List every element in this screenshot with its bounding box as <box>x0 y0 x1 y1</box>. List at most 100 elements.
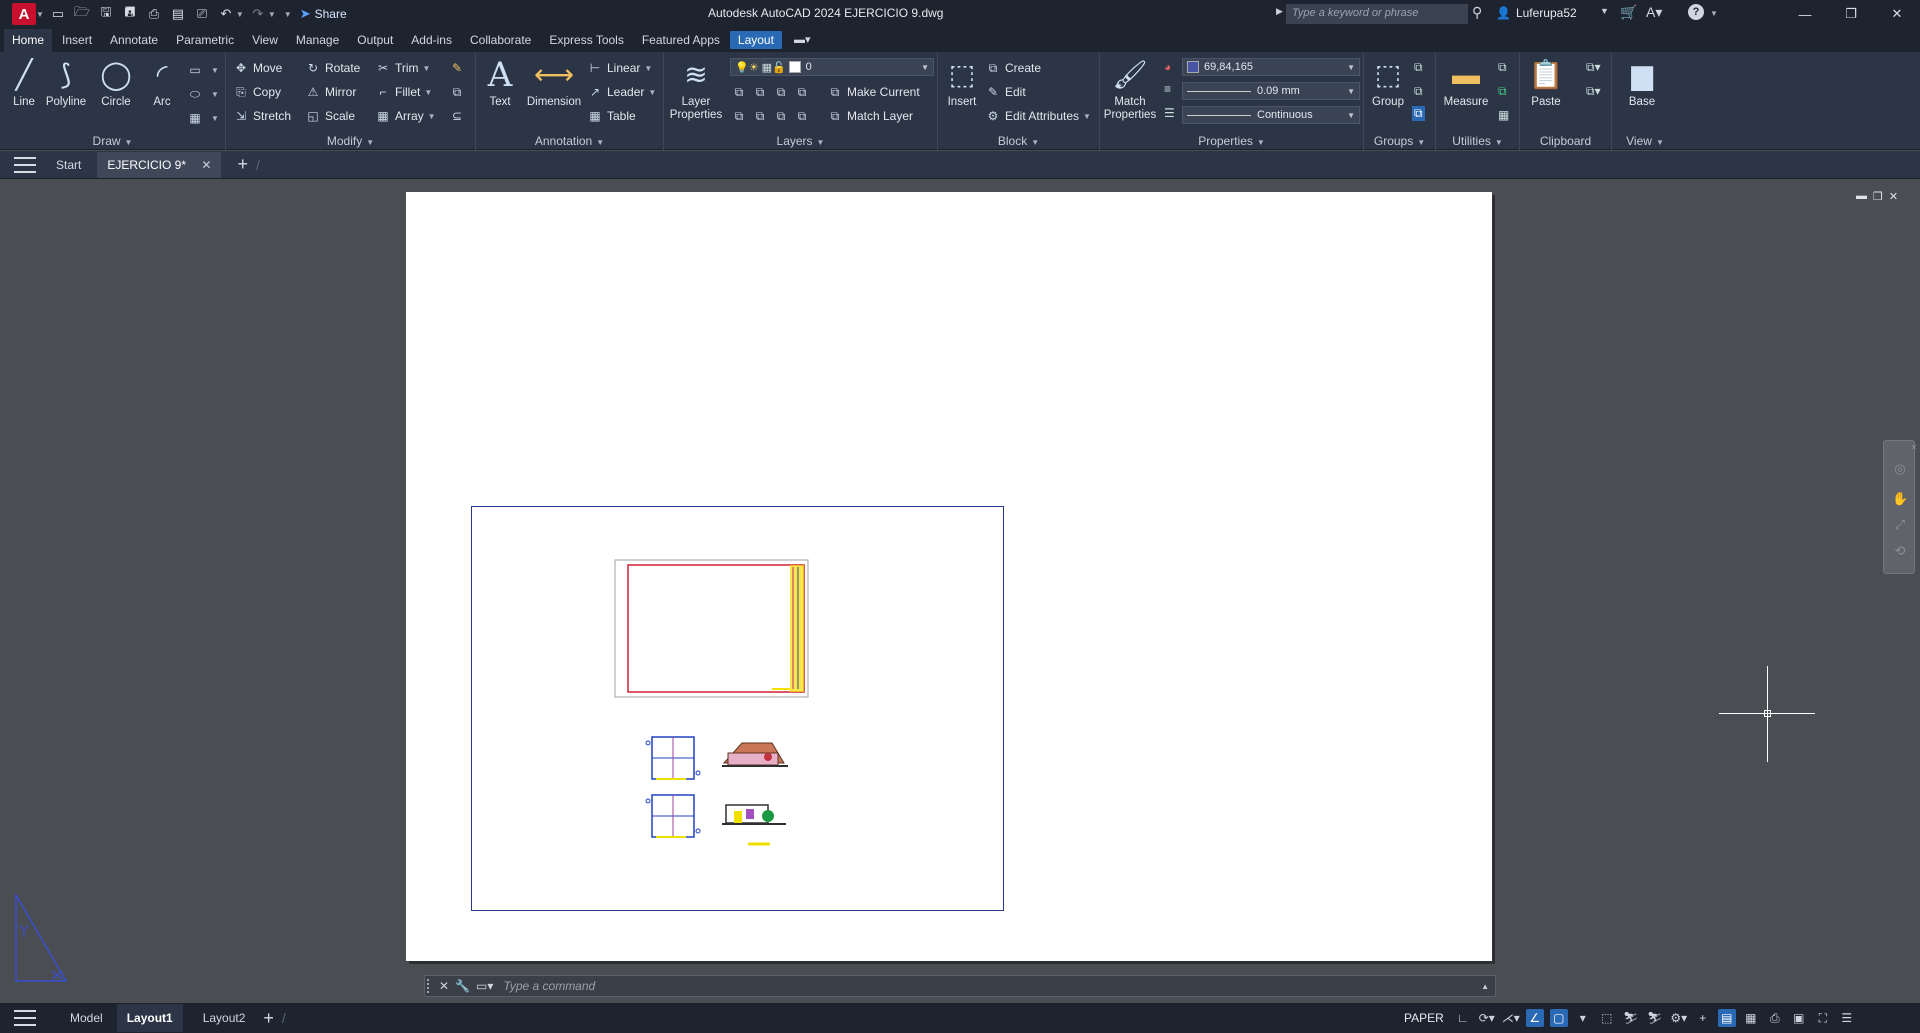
viewport-close-icon[interactable]: ✕ <box>1889 190 1898 203</box>
fullscreen-icon[interactable]: ⛶ <box>1814 1009 1832 1027</box>
leader-button[interactable]: ↗ Leader ▼ <box>586 82 656 102</box>
rotate-button[interactable]: ↻ Rotate <box>304 58 360 78</box>
tab-manage[interactable]: Manage <box>288 29 347 52</box>
open-file-icon[interactable]: 🗁 <box>72 4 92 24</box>
utilities-panel-title[interactable]: Utilities ▼ <box>1436 134 1519 148</box>
new-file-icon[interactable]: ▭ <box>48 4 68 24</box>
quick-select-icon[interactable]: ⧉ <box>1498 60 1507 75</box>
start-tab[interactable]: Start <box>56 158 81 172</box>
user-account[interactable]: 👤 Luferupa52 <box>1496 6 1577 20</box>
layout1-tab[interactable]: Layout1 <box>116 1004 183 1032</box>
base-button[interactable]: ▆ Base <box>1620 56 1664 109</box>
undo-icon[interactable]: ↶ <box>216 4 236 24</box>
customize-wrench-icon[interactable]: 🔧 <box>455 979 470 993</box>
file-tabs-menu-icon[interactable] <box>14 156 36 173</box>
modify-panel-title[interactable]: Modify ▼ <box>226 134 475 148</box>
polyline-button[interactable]: ⟆ Polyline <box>44 56 88 109</box>
tab-view[interactable]: View <box>244 29 286 52</box>
tab-addins[interactable]: Add-ins <box>403 29 460 52</box>
erase-button[interactable]: ✎ <box>448 58 469 78</box>
make-current-button[interactable]: ⧉ Make Current <box>826 82 920 102</box>
match-properties-button[interactable]: 🖌 Match Properties <box>1102 56 1158 122</box>
offset-button[interactable]: ⊆ <box>448 106 469 126</box>
linetype-dropdown[interactable]: Continuous ▼ <box>1182 106 1360 124</box>
ungroup-icon[interactable]: ⧉ <box>1414 60 1423 75</box>
search-input[interactable]: Type a keyword or phrase <box>1286 4 1468 24</box>
insert-button[interactable]: ⬚ Insert <box>940 56 984 109</box>
pan-icon[interactable]: ✋ <box>1892 491 1908 507</box>
annotation-scale-icon[interactable]: ⛷ <box>1622 1009 1640 1027</box>
viewport-minimize-icon[interactable]: ▬ <box>1856 190 1867 203</box>
nav-close-icon[interactable]: ✕ <box>1906 443 1920 459</box>
groups-panel-title[interactable]: Groups ▼ <box>1364 134 1435 148</box>
copy-base-icon[interactable]: ⧉▾ <box>1586 84 1601 99</box>
new-layout-icon[interactable]: + <box>263 1008 274 1029</box>
redo-caret-icon[interactable]: ▼ <box>268 10 276 19</box>
table-button[interactable]: ▦ Table <box>586 106 635 126</box>
layer-tools-row1[interactable]: ⧉ ⧉ ⧉ ⧉ <box>730 82 814 102</box>
text-button[interactable]: A Text <box>478 56 522 109</box>
new-tab-icon[interactable]: + <box>237 154 248 175</box>
line-button[interactable]: ╱ Line <box>2 56 46 109</box>
close-tab-icon[interactable]: ✕ <box>201 158 211 172</box>
explode-button[interactable]: ⧉ <box>448 82 469 102</box>
steering-wheel-icon[interactable]: ◎ <box>1892 461 1908 477</box>
match-layer-button[interactable]: ⧉ Match Layer <box>826 106 913 126</box>
group-select-icon[interactable]: ⧉ <box>1412 106 1425 121</box>
draw-panel-title[interactable]: Draw ▼ <box>0 134 225 148</box>
plot-preview-icon[interactable]: ▤ <box>168 4 188 24</box>
layout-viewport[interactable] <box>471 506 1004 911</box>
edit-attributes-button[interactable]: ⚙ Edit Attributes ▼ <box>984 106 1091 126</box>
model-tab[interactable]: Model <box>70 1011 103 1025</box>
customize-qat-icon[interactable]: ▼ <box>284 10 292 19</box>
calculator-icon[interactable]: ▦ <box>1498 108 1509 122</box>
rectangle-button[interactable]: ▭ ▼ <box>186 60 219 80</box>
plot-icon[interactable]: ⎚ <box>192 4 212 24</box>
autocad-logo[interactable]: A <box>12 3 36 25</box>
hatch-button[interactable]: ▦ ▼ <box>186 108 219 128</box>
move-button[interactable]: ✥ Move <box>232 58 282 78</box>
command-history-icon[interactable]: ▲ <box>1481 982 1489 991</box>
layer-properties-button[interactable]: ≋ Layer Properties <box>668 56 724 122</box>
annotation-panel-title[interactable]: Annotation ▼ <box>476 134 663 148</box>
workspace-switching-icon[interactable]: ⚙▾ <box>1670 1009 1688 1027</box>
layer-dropdown[interactable]: 💡☀ ▦🔓 0 ▼ <box>730 58 934 76</box>
trim-button[interactable]: ✂ Trim ▼ <box>374 58 431 78</box>
orbit-icon[interactable]: ⟲ <box>1892 543 1908 559</box>
tab-home[interactable]: Home <box>4 29 53 52</box>
share-button[interactable]: ➤ Share <box>300 6 347 22</box>
search-expand-icon[interactable]: ▶ <box>1276 6 1283 17</box>
isolate-objects-icon[interactable]: ▦ <box>1742 1009 1760 1027</box>
tab-layout[interactable]: Layout <box>729 31 782 49</box>
copy-button[interactable]: ⎘ Copy <box>232 82 281 102</box>
annotation-visibility-icon[interactable]: ⛷ <box>1646 1009 1664 1027</box>
dimension-button[interactable]: ⟷ Dimension <box>526 56 582 109</box>
group-edit-icon[interactable]: ⧉ <box>1414 84 1423 99</box>
help-icon[interactable]: ? <box>1688 4 1704 20</box>
tab-featured-apps[interactable]: Featured Apps <box>634 29 728 52</box>
undo-caret-icon[interactable]: ▼ <box>236 10 244 19</box>
clipboard-panel-title[interactable]: Clipboard <box>1520 134 1611 148</box>
grid-display-icon[interactable]: ⟳▾ <box>1478 1009 1496 1027</box>
autodesk-app-icon[interactable]: A▾ <box>1646 4 1662 21</box>
scale-button[interactable]: ◱ Scale <box>304 106 355 126</box>
user-caret-icon[interactable]: ▼ <box>1600 6 1609 16</box>
command-input[interactable]: Type a command <box>503 979 595 993</box>
viewport-restore-icon[interactable]: ❐ <box>1873 190 1883 203</box>
minimize-button[interactable]: — <box>1790 4 1820 24</box>
search-icon[interactable]: ⚲ <box>1472 4 1482 21</box>
copy-clip-icon[interactable]: ⧉▾ <box>1586 60 1601 75</box>
paper-space-toggle[interactable]: PAPER <box>1404 1011 1444 1025</box>
quick-properties-icon[interactable]: ▤ <box>1717 1009 1736 1027</box>
layout2-tab[interactable]: Layout2 <box>203 1011 246 1025</box>
redo-icon[interactable]: ↷ <box>248 4 268 24</box>
select-all-icon[interactable]: ⧉ <box>1498 84 1507 99</box>
help-caret-icon[interactable]: ▼ <box>1710 9 1718 18</box>
tab-parametric[interactable]: Parametric <box>168 29 242 52</box>
cart-icon[interactable]: 🛒 <box>1620 4 1637 21</box>
polar-tracking-icon[interactable]: ⋌▾ <box>1502 1009 1520 1027</box>
drawing-tab[interactable]: EJERCICIO 9* ✕ <box>97 151 222 178</box>
restore-button[interactable]: ❐ <box>1836 4 1866 24</box>
lineweight-dropdown[interactable]: 0.09 mm ▼ <box>1182 82 1360 100</box>
layout-tabs-menu-icon[interactable] <box>14 1010 36 1026</box>
